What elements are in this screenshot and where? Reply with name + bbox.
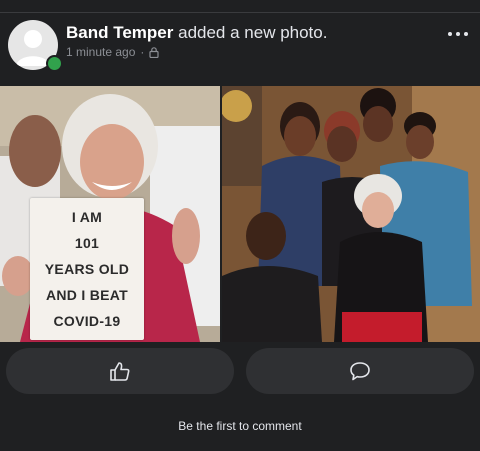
online-status-indicator	[46, 55, 63, 72]
more-dots-icon[interactable]	[448, 29, 468, 39]
post-photo[interactable]: I AM 101 YEARS OLD AND I BEAT COVID-19	[0, 86, 480, 342]
photo-group-celebration[interactable]	[222, 86, 480, 342]
author-name[interactable]: Band Temper	[66, 23, 173, 42]
thumbs-up-icon	[110, 362, 130, 381]
comment-button[interactable]	[246, 348, 474, 394]
post-actions	[0, 348, 480, 394]
comment-bubble-icon	[350, 362, 370, 381]
post-timestamp[interactable]: 1 minute ago	[66, 45, 135, 59]
sign-line: COVID-19	[53, 313, 121, 329]
sign-line: I AM	[71, 209, 103, 225]
photo-right-scene	[222, 86, 480, 342]
meta-separator: ·	[140, 45, 145, 59]
sign-line: 101	[74, 235, 100, 251]
post-header: Band Temper added a new photo. 1 minute …	[0, 13, 480, 86]
sign-line: YEARS OLD	[44, 261, 130, 277]
post-action-text: added a new photo.	[178, 23, 328, 42]
like-button[interactable]	[6, 348, 234, 394]
photo-woman-with-sign[interactable]: I AM 101 YEARS OLD AND I BEAT COVID-19	[0, 86, 220, 342]
lock-icon[interactable]	[149, 46, 159, 58]
post-meta: 1 minute ago ·	[66, 45, 159, 59]
first-comment-prompt[interactable]: Be the first to comment	[0, 419, 480, 433]
post-title: Band Temper added a new photo.	[66, 23, 327, 43]
sign-line: AND I BEAT	[45, 287, 129, 303]
covid-survivor-sign: I AM 101 YEARS OLD AND I BEAT COVID-19	[30, 198, 144, 340]
